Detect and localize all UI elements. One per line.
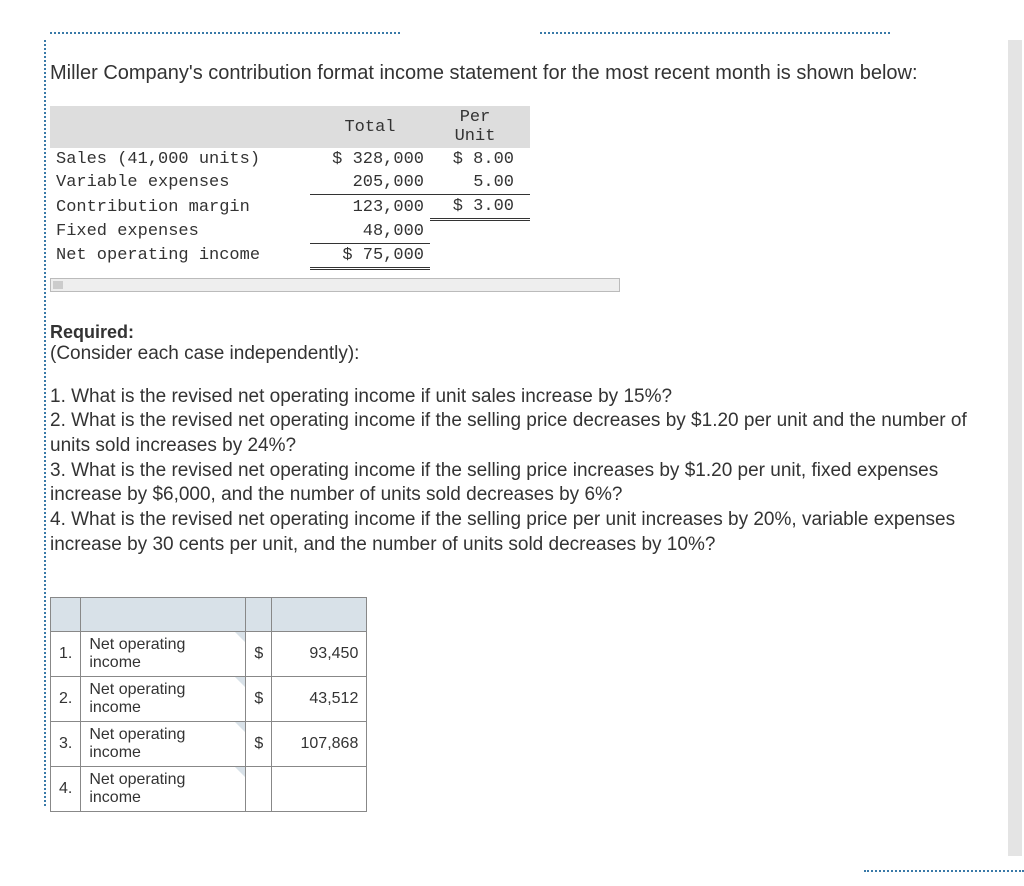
intro-text: Miller Company's contribution format inc…	[50, 60, 1004, 86]
answer-currency[interactable]: $	[246, 632, 272, 677]
answer-label: Net operating income	[81, 632, 246, 677]
decorative-divider	[864, 870, 1024, 872]
answer-row-3: 3. Net operating income $ 107,868	[51, 722, 367, 767]
answer-value-input[interactable]: 93,450	[272, 632, 367, 677]
answer-row-4: 4. Net operating income	[51, 767, 367, 812]
row-noi-total: $ 75,000	[310, 243, 430, 268]
consider-text: (Consider each case independently):	[50, 343, 1004, 365]
required-heading: Required:	[50, 322, 1004, 343]
answer-value-input[interactable]	[272, 767, 367, 812]
decorative-divider	[540, 32, 890, 34]
row-variable-total: 205,000	[310, 171, 430, 195]
horizontal-scrollbar[interactable]	[50, 278, 620, 292]
answer-label: Net operating income	[81, 722, 246, 767]
header-blank	[50, 106, 310, 148]
row-sales-unit: $ 8.00	[430, 148, 530, 171]
answer-label: Net operating income	[81, 767, 246, 812]
decorative-divider	[50, 32, 400, 34]
row-fixed-label: Fixed expenses	[50, 220, 310, 244]
answer-num: 1.	[51, 632, 81, 677]
spacer-cell	[246, 598, 272, 632]
row-sales-label: Sales (41,000 units)	[50, 148, 310, 171]
answer-label: Net operating income	[81, 677, 246, 722]
spacer-cell	[51, 598, 81, 632]
question-4: 4. What is the revised net operating inc…	[50, 508, 1004, 557]
answer-currency[interactable]: $	[246, 722, 272, 767]
answer-row-1: 1. Net operating income $ 93,450	[51, 632, 367, 677]
row-variable-unit: 5.00	[430, 171, 530, 195]
row-fixed-total: 48,000	[310, 220, 430, 244]
row-contribution-unit: $ 3.00	[430, 195, 530, 220]
question-1: 1. What is the revised net operating inc…	[50, 385, 1004, 410]
row-sales-total: $ 328,000	[310, 148, 430, 171]
answer-value-input[interactable]: 107,868	[272, 722, 367, 767]
decorative-divider	[44, 40, 46, 806]
row-noi-label: Net operating income	[50, 243, 310, 268]
questions-block: 1. What is the revised net operating inc…	[50, 385, 1004, 558]
question-2: 2. What is the revised net operating inc…	[50, 409, 1004, 458]
vertical-scrollbar[interactable]	[1008, 40, 1022, 856]
header-per-unit: Per Unit	[430, 106, 530, 148]
answer-currency[interactable]: $	[246, 677, 272, 722]
spacer-cell	[272, 598, 367, 632]
answer-num: 4.	[51, 767, 81, 812]
answer-currency[interactable]	[246, 767, 272, 812]
row-contribution-total: 123,000	[310, 195, 430, 220]
row-contribution-label: Contribution margin	[50, 195, 310, 220]
row-fixed-unit	[430, 220, 530, 244]
answer-num: 3.	[51, 722, 81, 767]
header-total: Total	[310, 106, 430, 148]
row-noi-unit	[430, 243, 530, 268]
row-variable-label: Variable expenses	[50, 171, 310, 195]
income-statement-table: Total Per Unit Sales (41,000 units) $ 32…	[50, 106, 530, 270]
answer-row-2: 2. Net operating income $ 43,512	[51, 677, 367, 722]
answer-num: 2.	[51, 677, 81, 722]
answers-table: 1. Net operating income $ 93,450 2. Net …	[50, 597, 367, 812]
question-3: 3. What is the revised net operating inc…	[50, 459, 1004, 508]
spacer-cell	[81, 598, 246, 632]
answer-value-input[interactable]: 43,512	[272, 677, 367, 722]
